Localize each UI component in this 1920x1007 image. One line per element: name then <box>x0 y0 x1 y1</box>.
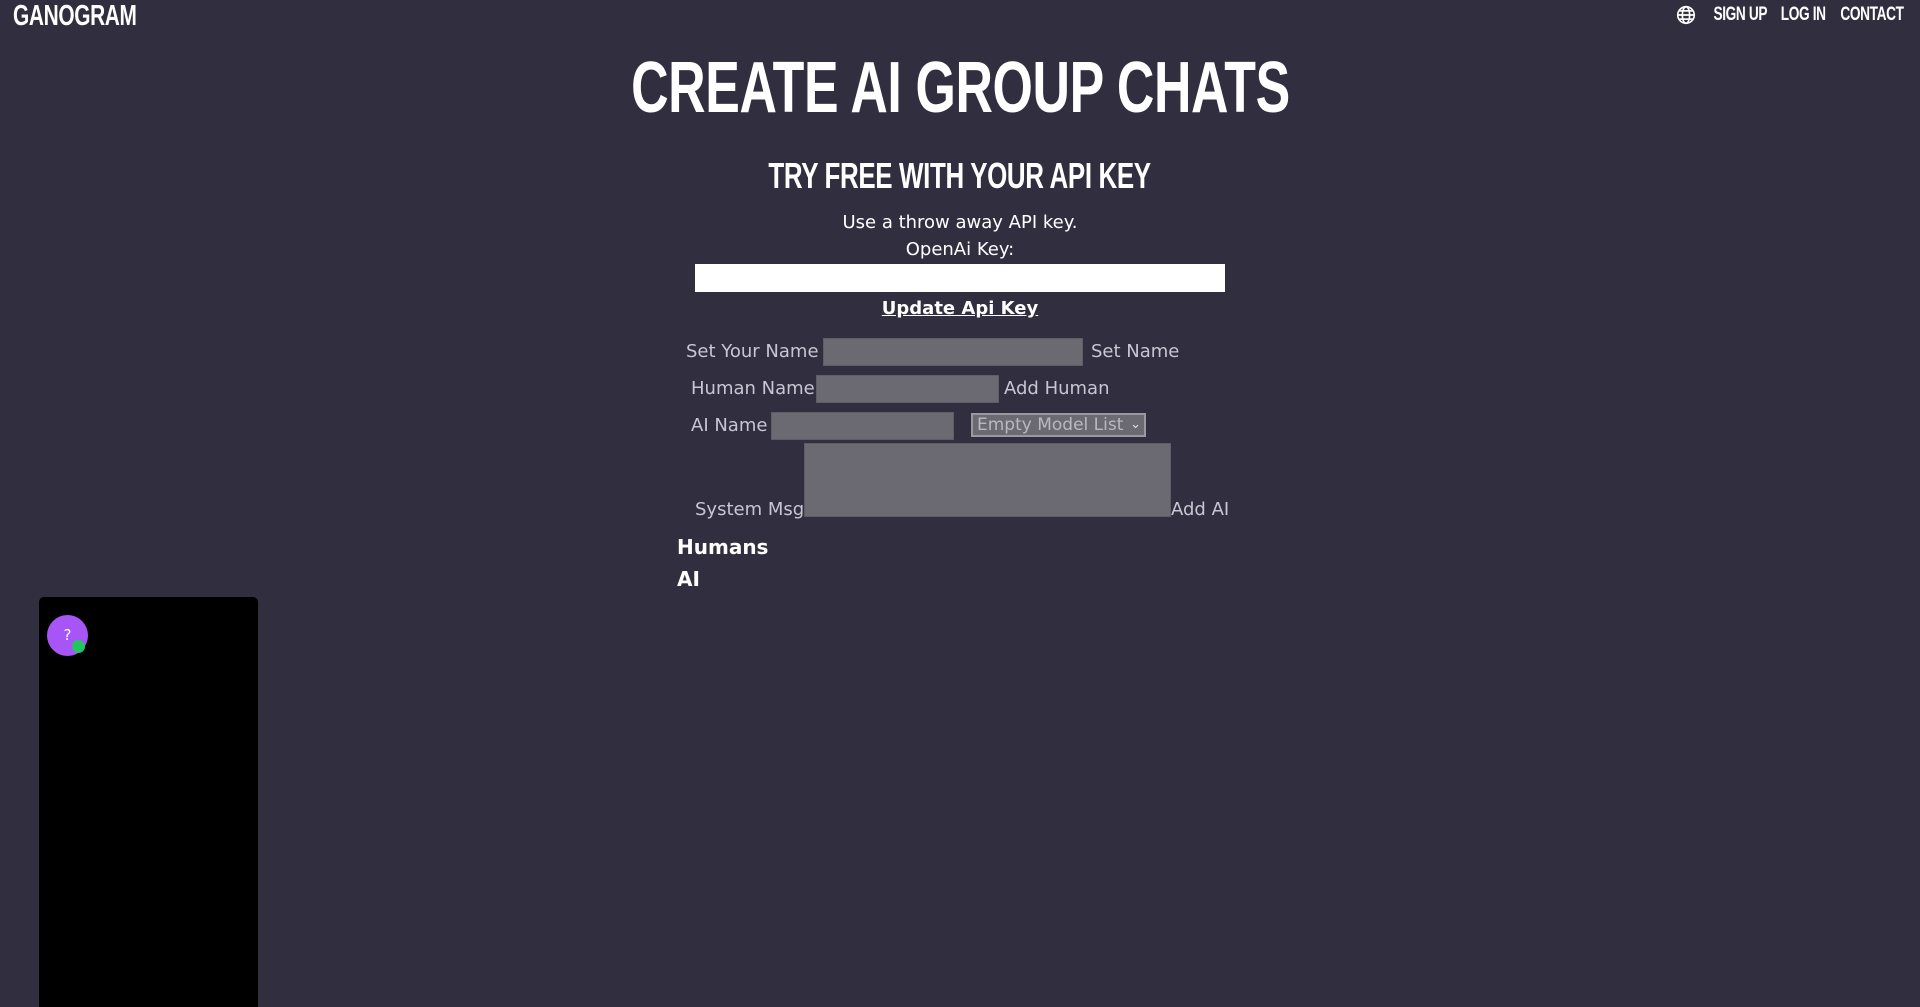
globe-icon[interactable] <box>1675 4 1697 26</box>
system-msg-label: System Msg <box>695 499 805 520</box>
set-name-button[interactable]: Set Name <box>1091 341 1179 362</box>
model-select[interactable]: Empty Model List ⌄ <box>971 413 1146 437</box>
humans-heading: Humans <box>677 535 769 559</box>
ai-heading: AI <box>677 567 700 591</box>
update-api-key-link-row: Update Api Key <box>0 298 1920 319</box>
api-key-note: Use a throw away API key. <box>842 212 1078 233</box>
add-ai-button[interactable]: Add AI <box>1171 499 1229 520</box>
set-your-name-label: Set Your Name <box>686 341 819 362</box>
chat-widget-panel: ? <box>39 597 258 1007</box>
human-name-input[interactable] <box>816 375 999 403</box>
add-human-button[interactable]: Add Human <box>1004 378 1110 399</box>
system-msg-textarea[interactable] <box>804 443 1171 517</box>
update-api-key-link[interactable]: Update Api Key <box>882 298 1038 319</box>
model-select-value: Empty Model List <box>977 415 1124 435</box>
human-name-label: Human Name <box>691 378 815 399</box>
your-name-input[interactable] <box>823 338 1083 366</box>
api-key-label: OpenAi Key: <box>905 239 1015 260</box>
chevron-down-icon: ⌄ <box>1130 417 1141 432</box>
page-subtitle: TRY FREE WITH YOUR API KEY <box>768 155 1152 196</box>
nav-log-in[interactable]: LOG IN <box>1780 4 1825 26</box>
nav-sign-up[interactable]: SIGN UP <box>1713 4 1767 26</box>
page-title: CREATE AI GROUP CHATS <box>630 48 1290 128</box>
ai-name-input[interactable] <box>771 412 954 440</box>
ai-name-label: AI Name <box>691 415 768 436</box>
top-nav: SIGN UP LOG IN CONTACT <box>1675 4 1906 26</box>
site-logo[interactable]: GANOGRAM <box>13 0 137 33</box>
api-key-input[interactable] <box>695 264 1225 292</box>
online-status-dot <box>72 640 85 653</box>
nav-contact[interactable]: CONTACT <box>1840 4 1904 26</box>
